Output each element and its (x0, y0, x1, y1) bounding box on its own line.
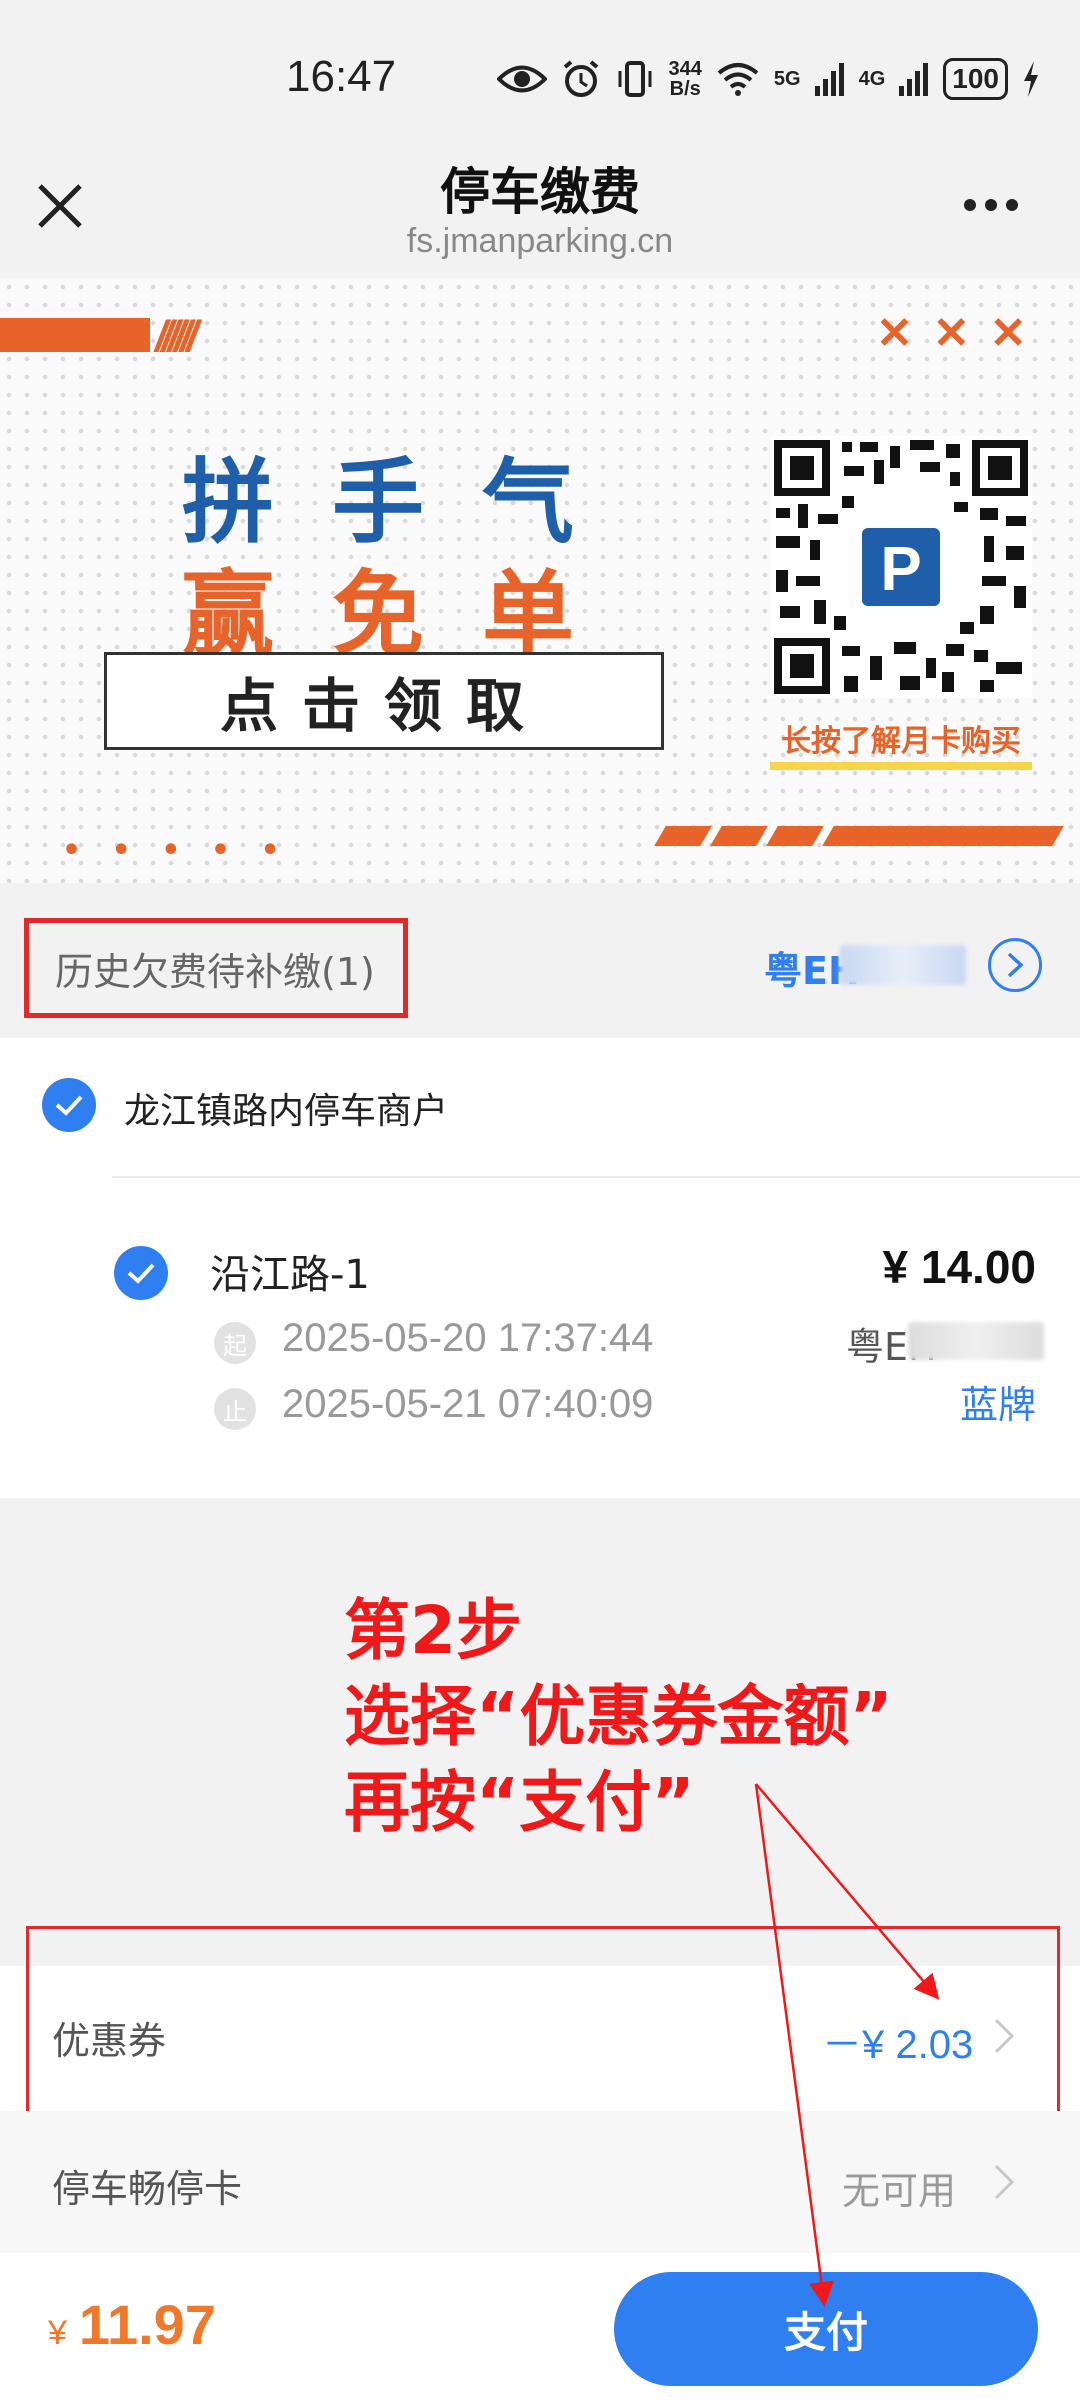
charging-icon (1024, 61, 1038, 97)
signal-icon (814, 63, 844, 96)
banner-stripes (654, 826, 1080, 846)
order-checkbox[interactable] (114, 1246, 168, 1300)
total-value: 11.97 (78, 2293, 216, 2356)
promo-banner[interactable]: ////// ✕✕✕ 拼手气 赢免单 点击领取 P 长按了解月卡购买 • • •… (0, 278, 1080, 883)
chevron-right-circle-icon[interactable] (988, 938, 1042, 992)
annotation-line2: 选择“优惠券金额” (344, 1678, 893, 1755)
status-icons: 344 B/s 5G 4G 100 (496, 54, 1040, 104)
page-title: 停车缴费 (440, 163, 640, 221)
merchant-checkbox[interactable] (42, 1078, 96, 1132)
check-icon (127, 1263, 155, 1284)
parking-card-label: 停车畅停卡 (52, 2167, 243, 2211)
history-arrears-label[interactable]: 历史欠费待补缴(1) (24, 918, 408, 1018)
pay-button[interactable]: 支付 (614, 2272, 1038, 2386)
claim-button[interactable]: 点击领取 (104, 652, 664, 750)
parking-location: 沿江路-1 (210, 1252, 370, 1298)
banner-dots: • • • • • (62, 833, 290, 868)
total-amount: ¥11.97 (48, 2292, 216, 2357)
end-tag: 止 (214, 1388, 256, 1430)
wifi-icon (717, 63, 759, 96)
net-speed: 344 B/s (669, 59, 702, 99)
status-time: 16:47 (286, 52, 397, 101)
order-amount: ¥ 14.00 (882, 1241, 1036, 1293)
signal-icon-2 (899, 63, 929, 96)
vibrate-icon (618, 61, 652, 97)
currency-symbol: ¥ (48, 2314, 67, 2352)
alarm-icon (563, 60, 598, 97)
page-url: fs.jmanparking.cn (406, 222, 674, 260)
divider (112, 1176, 1080, 1178)
banner-slashes: ////// (155, 312, 198, 361)
signal-5g-label: 5G (773, 67, 801, 90)
more-options-icon[interactable] (964, 180, 1024, 230)
chevron-right-icon[interactable] (988, 2162, 1018, 2202)
end-time: 2025-05-21 07:40:09 (282, 1382, 654, 1426)
banner-accent-bar (0, 318, 150, 352)
start-tag: 起 (214, 1322, 256, 1364)
plate-color: 蓝牌 (959, 1383, 1036, 1427)
coupon-highlight-box (26, 1926, 1060, 2130)
instruction-annotation: 第2步 选择“优惠券金额” 再按“支付” (344, 1588, 893, 1846)
svg-text:P: P (880, 535, 921, 604)
plate-redaction (840, 945, 966, 985)
annotation-line1: 第2步 (344, 1592, 522, 1669)
qr-code[interactable]: P (770, 436, 1032, 698)
battery-indicator: 100 (943, 58, 1008, 100)
parking-card-status: 无可用 (842, 2169, 957, 2213)
check-icon (55, 1095, 83, 1116)
eye-icon (496, 65, 547, 93)
annotation-line3: 再按“支付” (344, 1764, 695, 1841)
merchant-name: 龙江镇路内停车商户 (124, 1091, 449, 1132)
signal-4g-label: 4G (858, 67, 886, 90)
plate-redaction (908, 1322, 1044, 1360)
start-time: 2025-05-20 17:37:44 (282, 1316, 654, 1360)
net-speed-unit: B/s (669, 78, 701, 100)
net-speed-value: 344 (668, 58, 702, 80)
qr-caption: 长按了解月卡购买 (770, 716, 1032, 770)
banner-x-marks: ✕✕✕ (876, 309, 1047, 358)
